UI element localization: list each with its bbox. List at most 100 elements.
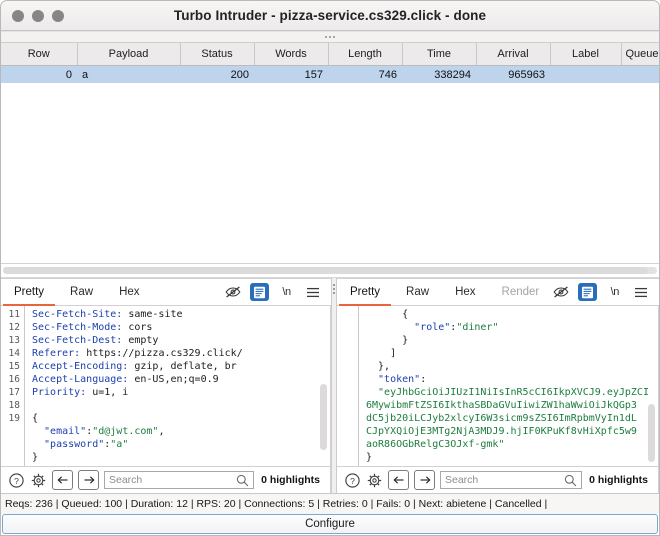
previous-match-icon[interactable] [388,470,409,490]
window-controls [1,9,64,22]
word-wrap-icon[interactable] [250,283,269,301]
tab-request-raw[interactable]: Raw [57,279,106,305]
cell-payload: a [77,65,180,83]
code-line: "token": [366,374,427,385]
help-icon[interactable]: ? [344,472,361,489]
vertical-splitter-grip-icon [333,284,335,294]
code-line: { [366,309,409,320]
code-line: "password":"a" [32,439,129,450]
line-number: 12 [8,322,20,333]
request-highlight-count: 0 highlights [261,474,320,486]
newline-toggle[interactable]: \n [278,284,295,301]
status-bar: Reqs: 236 | Queued: 100 | Duration: 12 |… [1,493,659,514]
response-highlight-count: 0 highlights [589,474,648,486]
previous-match-icon[interactable] [52,470,73,490]
response-vertical-scrollbar[interactable] [648,404,655,462]
tab-response-hex[interactable]: Hex [442,279,488,305]
column-header-length[interactable]: Length [328,43,403,66]
request-panel: Pretty Raw Hex \n 11 12 13 14 15 16 17 1… [1,278,331,493]
response-editor[interactable]: { "role":"diner" } ] }, "token": "eyJhbG… [337,306,659,466]
horizontal-splitter[interactable] [1,264,659,278]
column-header-status[interactable]: Status [180,43,255,66]
request-code[interactable]: Sec-Fetch-Site: same-site Sec-Fetch-Mode:… [25,306,330,466]
code-line: ] [366,348,397,359]
request-search-input[interactable]: Search [104,471,255,489]
response-search-bar: ? Search 0 highlights [337,466,659,493]
cell-status: 200 [180,65,254,83]
minimize-button[interactable] [32,9,44,22]
line-number: 14 [8,348,20,359]
request-toolbar: \n [224,279,331,305]
eye-slash-icon[interactable] [224,284,241,301]
svg-text:?: ? [350,475,355,485]
code-line: CJpYXQiOjE3MTg2NjA3MDJ9.hjIF0KPuKf8vHiXp… [366,426,637,437]
splitter-thumb[interactable] [3,267,648,274]
next-match-icon[interactable] [78,470,99,490]
line-number [1,451,20,464]
code-line: Sec-Fetch-Site: same-site [32,309,183,320]
tab-response-pretty[interactable]: Pretty [337,279,393,306]
code-line: }, [366,361,391,372]
line-number: 17 [8,387,20,398]
code-line: Sec-Fetch-Dest: empty [32,335,159,346]
response-search-input[interactable]: Search [440,471,583,489]
response-code[interactable]: { "role":"diner" } ] }, "token": "eyJhbG… [359,306,658,466]
configure-button[interactable]: Configure [2,514,658,534]
response-tabstrip: Pretty Raw Hex Render \n [337,278,659,306]
tabstrip-spacer [153,279,224,305]
column-header-time[interactable]: Time [402,43,477,66]
column-header-arrival[interactable]: Arrival [476,43,551,66]
maximize-button[interactable] [52,9,64,22]
response-panel: Pretty Raw Hex Render \n {"role":"diner… [337,278,659,493]
column-header-payload[interactable]: Payload [77,43,181,66]
column-header-words[interactable]: Words [254,43,329,66]
line-number: 18 [8,400,20,411]
code-line: "role":"diner" [366,322,499,333]
gear-icon[interactable] [30,472,47,489]
request-vertical-scrollbar[interactable] [320,384,327,450]
results-table-container: Row Payload Status Words Length Time Arr… [1,43,659,264]
search-icon[interactable] [236,474,249,487]
title-bar: Turbo Intruder - pizza-service.cs329.cli… [1,1,659,31]
hamburger-menu-icon[interactable] [304,284,321,301]
code-line: aoR86OGbRelgC3OJxf-gmk" [366,439,505,450]
code-line: Sec-Fetch-Mode: cors [32,322,153,333]
svg-text:?: ? [14,475,19,485]
line-number: 15 [8,361,20,372]
column-header-label[interactable]: Label [550,43,622,66]
line-number: 16 [8,374,20,385]
next-match-icon[interactable] [414,470,435,490]
cell-length: 746 [328,65,402,83]
cell-queue-id [621,65,659,83]
hamburger-menu-icon[interactable] [632,284,649,301]
close-button[interactable] [12,9,24,22]
word-wrap-icon[interactable] [578,283,598,301]
request-search-bar: ? Search 0 highlights [1,466,331,493]
gear-icon[interactable] [366,472,383,489]
request-tabstrip: Pretty Raw Hex \n [1,278,331,306]
top-splitter[interactable] [1,31,659,43]
turbo-intruder-window: Turbo Intruder - pizza-service.cs329.cli… [0,0,660,536]
newline-toggle[interactable]: \n [606,284,623,301]
eye-slash-icon[interactable] [552,284,569,301]
code-line: 6MywibmFtZSI6IkthaSBDaGVuIiwiZW1haWwiOiJ… [366,400,637,411]
column-header-row[interactable]: Row [1,43,78,66]
request-editor[interactable]: 11 12 13 14 15 16 17 18 19 Sec-Fetch-Site: same-… [1,306,331,466]
code-line: { [32,413,39,424]
code-line: Accept-Language: en-US,en;q=0.9 [32,374,219,385]
code-line: } [32,452,39,463]
code-line: Accept-Encoding: gzip, deflate, br [32,361,237,372]
cell-time: 338294 [402,65,476,83]
table-row[interactable]: 0 a 200 157 746 338294 965963 [1,65,659,83]
tab-response-render: Render [501,286,540,298]
code-line: } [366,335,409,346]
search-icon[interactable] [564,474,577,487]
tab-response-raw[interactable]: Raw [393,279,442,305]
line-number: 13 [8,335,20,346]
code-line: Priority: u=1, i [32,387,129,398]
help-icon[interactable]: ? [8,472,25,489]
tab-request-hex[interactable]: Hex [106,279,152,305]
column-header-queue-id[interactable]: Queue ID [621,43,659,66]
tab-request-pretty[interactable]: Pretty [1,279,57,306]
